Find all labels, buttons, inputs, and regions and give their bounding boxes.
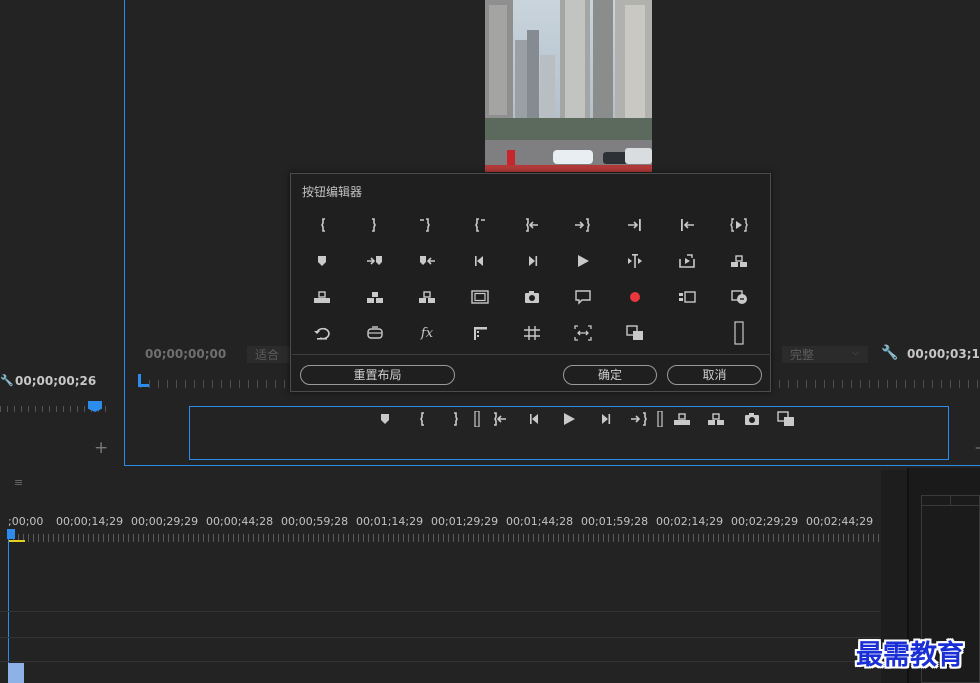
- track-divider: [0, 661, 880, 662]
- zoom-to-fit-icon[interactable]: [568, 321, 598, 345]
- fx-icon[interactable]: fx: [412, 321, 442, 345]
- go-to-out-icon[interactable]: [567, 213, 597, 237]
- spacer-icon[interactable]: [724, 321, 754, 345]
- timeline-clip[interactable]: [8, 663, 24, 683]
- timeline-panel: [0, 468, 907, 683]
- go-to-previous-marker-icon[interactable]: [412, 249, 442, 273]
- timecode-label: 00;00;59;28: [281, 515, 349, 528]
- comparison-view-icon[interactable]: [620, 321, 650, 345]
- timecode-label: 00;00;44;28: [206, 515, 274, 528]
- add-button-icon[interactable]: +: [94, 438, 108, 458]
- timeline-time-ruler[interactable]: ;00;00 00;00;14;29 00;00;29;29 00;00;44;…: [0, 515, 907, 529]
- toggle-proxies-icon[interactable]: [724, 285, 754, 309]
- step-back-icon[interactable]: [520, 407, 550, 431]
- mark-selection-icon[interactable]: [465, 213, 495, 237]
- add-marker-icon[interactable]: [307, 249, 337, 273]
- timecode-label: ;00;00: [8, 515, 44, 528]
- closed-captions-icon[interactable]: [568, 285, 598, 309]
- multi-camera-icon[interactable]: [672, 285, 702, 309]
- timecode-label: 00;01;59;28: [581, 515, 649, 528]
- timecode-label: 00;00;14;29: [56, 515, 124, 528]
- timecode-label: 00;01;29;29: [431, 515, 499, 528]
- go-to-next-edit-icon[interactable]: [620, 213, 650, 237]
- timeline-menu-icon[interactable]: ≡: [0, 476, 23, 489]
- premiere-workspace: 🔧 00;00;00;26 + 00;00;00;00 适合 完整 ⌵ 🔧 00…: [0, 0, 980, 683]
- video-frame: [485, 0, 652, 172]
- extract-icon[interactable]: [724, 249, 754, 273]
- vr-video-icon[interactable]: [360, 321, 390, 345]
- lift-icon[interactable]: [667, 407, 697, 431]
- record-icon[interactable]: [620, 285, 650, 309]
- source-timecode[interactable]: 00;00;00;26: [15, 374, 96, 388]
- chevron-down-icon: ⌵: [852, 348, 859, 358]
- overwrite-icon[interactable]: [412, 285, 442, 309]
- play-around-icon[interactable]: [620, 249, 650, 273]
- safe-margins-icon[interactable]: [465, 285, 495, 309]
- camera-icon[interactable]: [737, 407, 767, 431]
- timecode-label: 00;00;29;29: [131, 515, 199, 528]
- mark-out-icon[interactable]: [358, 213, 388, 237]
- audio-meter-divider: [950, 495, 951, 505]
- go-to-in-icon[interactable]: [485, 407, 515, 431]
- play-icon[interactable]: [554, 407, 584, 431]
- insert-icon[interactable]: [360, 285, 390, 309]
- ok-button[interactable]: 确定: [563, 365, 657, 385]
- program-playhead[interactable]: [138, 374, 149, 387]
- export-frame-icon[interactable]: [672, 249, 702, 273]
- remove-button-icon[interactable]: –: [975, 440, 980, 456]
- video-frame-image: [485, 0, 652, 172]
- timecode-label: 00;01;44;28: [506, 515, 574, 528]
- timeline-ticks: [8, 534, 882, 542]
- dialog-title: 按钮编辑器: [302, 185, 363, 199]
- mark-clip-icon[interactable]: [410, 213, 440, 237]
- timecode-label: 00;02;44;29: [806, 515, 874, 528]
- wrench-icon[interactable]: 🔧: [0, 374, 14, 387]
- source-monitor-panel: [0, 0, 124, 466]
- dialog-divider: [292, 354, 771, 355]
- play-in-to-out-icon[interactable]: [724, 213, 754, 237]
- extract-icon[interactable]: [701, 407, 731, 431]
- fit-select[interactable]: 适合: [247, 346, 291, 363]
- watermark-logo: 最需教育: [856, 640, 964, 671]
- lift-icon[interactable]: [307, 285, 337, 309]
- step-forward-icon[interactable]: [590, 407, 620, 431]
- step-forward-icon[interactable]: [517, 249, 547, 273]
- add-marker-icon[interactable]: [370, 407, 400, 431]
- go-to-next-marker-icon[interactable]: [360, 249, 390, 273]
- go-to-in-icon[interactable]: [517, 213, 547, 237]
- cancel-button[interactable]: 取消: [667, 365, 762, 385]
- audio-meter-divider: [921, 505, 980, 506]
- timecode-label: 00;01;14;29: [356, 515, 424, 528]
- program-duration: 00;00;03;14: [907, 347, 980, 361]
- reset-layout-button[interactable]: 重置布局: [300, 365, 455, 385]
- button-editor-dialog: 按钮编辑器 fx 重置布局 确定 取消: [290, 173, 771, 392]
- play-icon[interactable]: [568, 249, 598, 273]
- grid-icon[interactable]: [517, 321, 547, 345]
- transmit-icon[interactable]: [465, 321, 495, 345]
- undo-icon[interactable]: [307, 321, 337, 345]
- mark-in-icon[interactable]: [408, 407, 438, 431]
- track-divider: [0, 611, 880, 612]
- program-timecode[interactable]: 00;00;00;00: [145, 347, 226, 361]
- comparison-view-icon[interactable]: [771, 407, 801, 431]
- work-area-marker: [8, 540, 25, 542]
- go-to-previous-edit-icon[interactable]: [672, 213, 702, 237]
- camera-icon[interactable]: [517, 285, 547, 309]
- step-back-icon[interactable]: [465, 249, 495, 273]
- wrench-icon[interactable]: 🔧: [881, 345, 898, 361]
- timecode-label: 00;02;14;29: [656, 515, 724, 528]
- mark-in-icon[interactable]: [309, 213, 339, 237]
- track-divider: [0, 637, 880, 638]
- timecode-label: 00;02;29;29: [731, 515, 799, 528]
